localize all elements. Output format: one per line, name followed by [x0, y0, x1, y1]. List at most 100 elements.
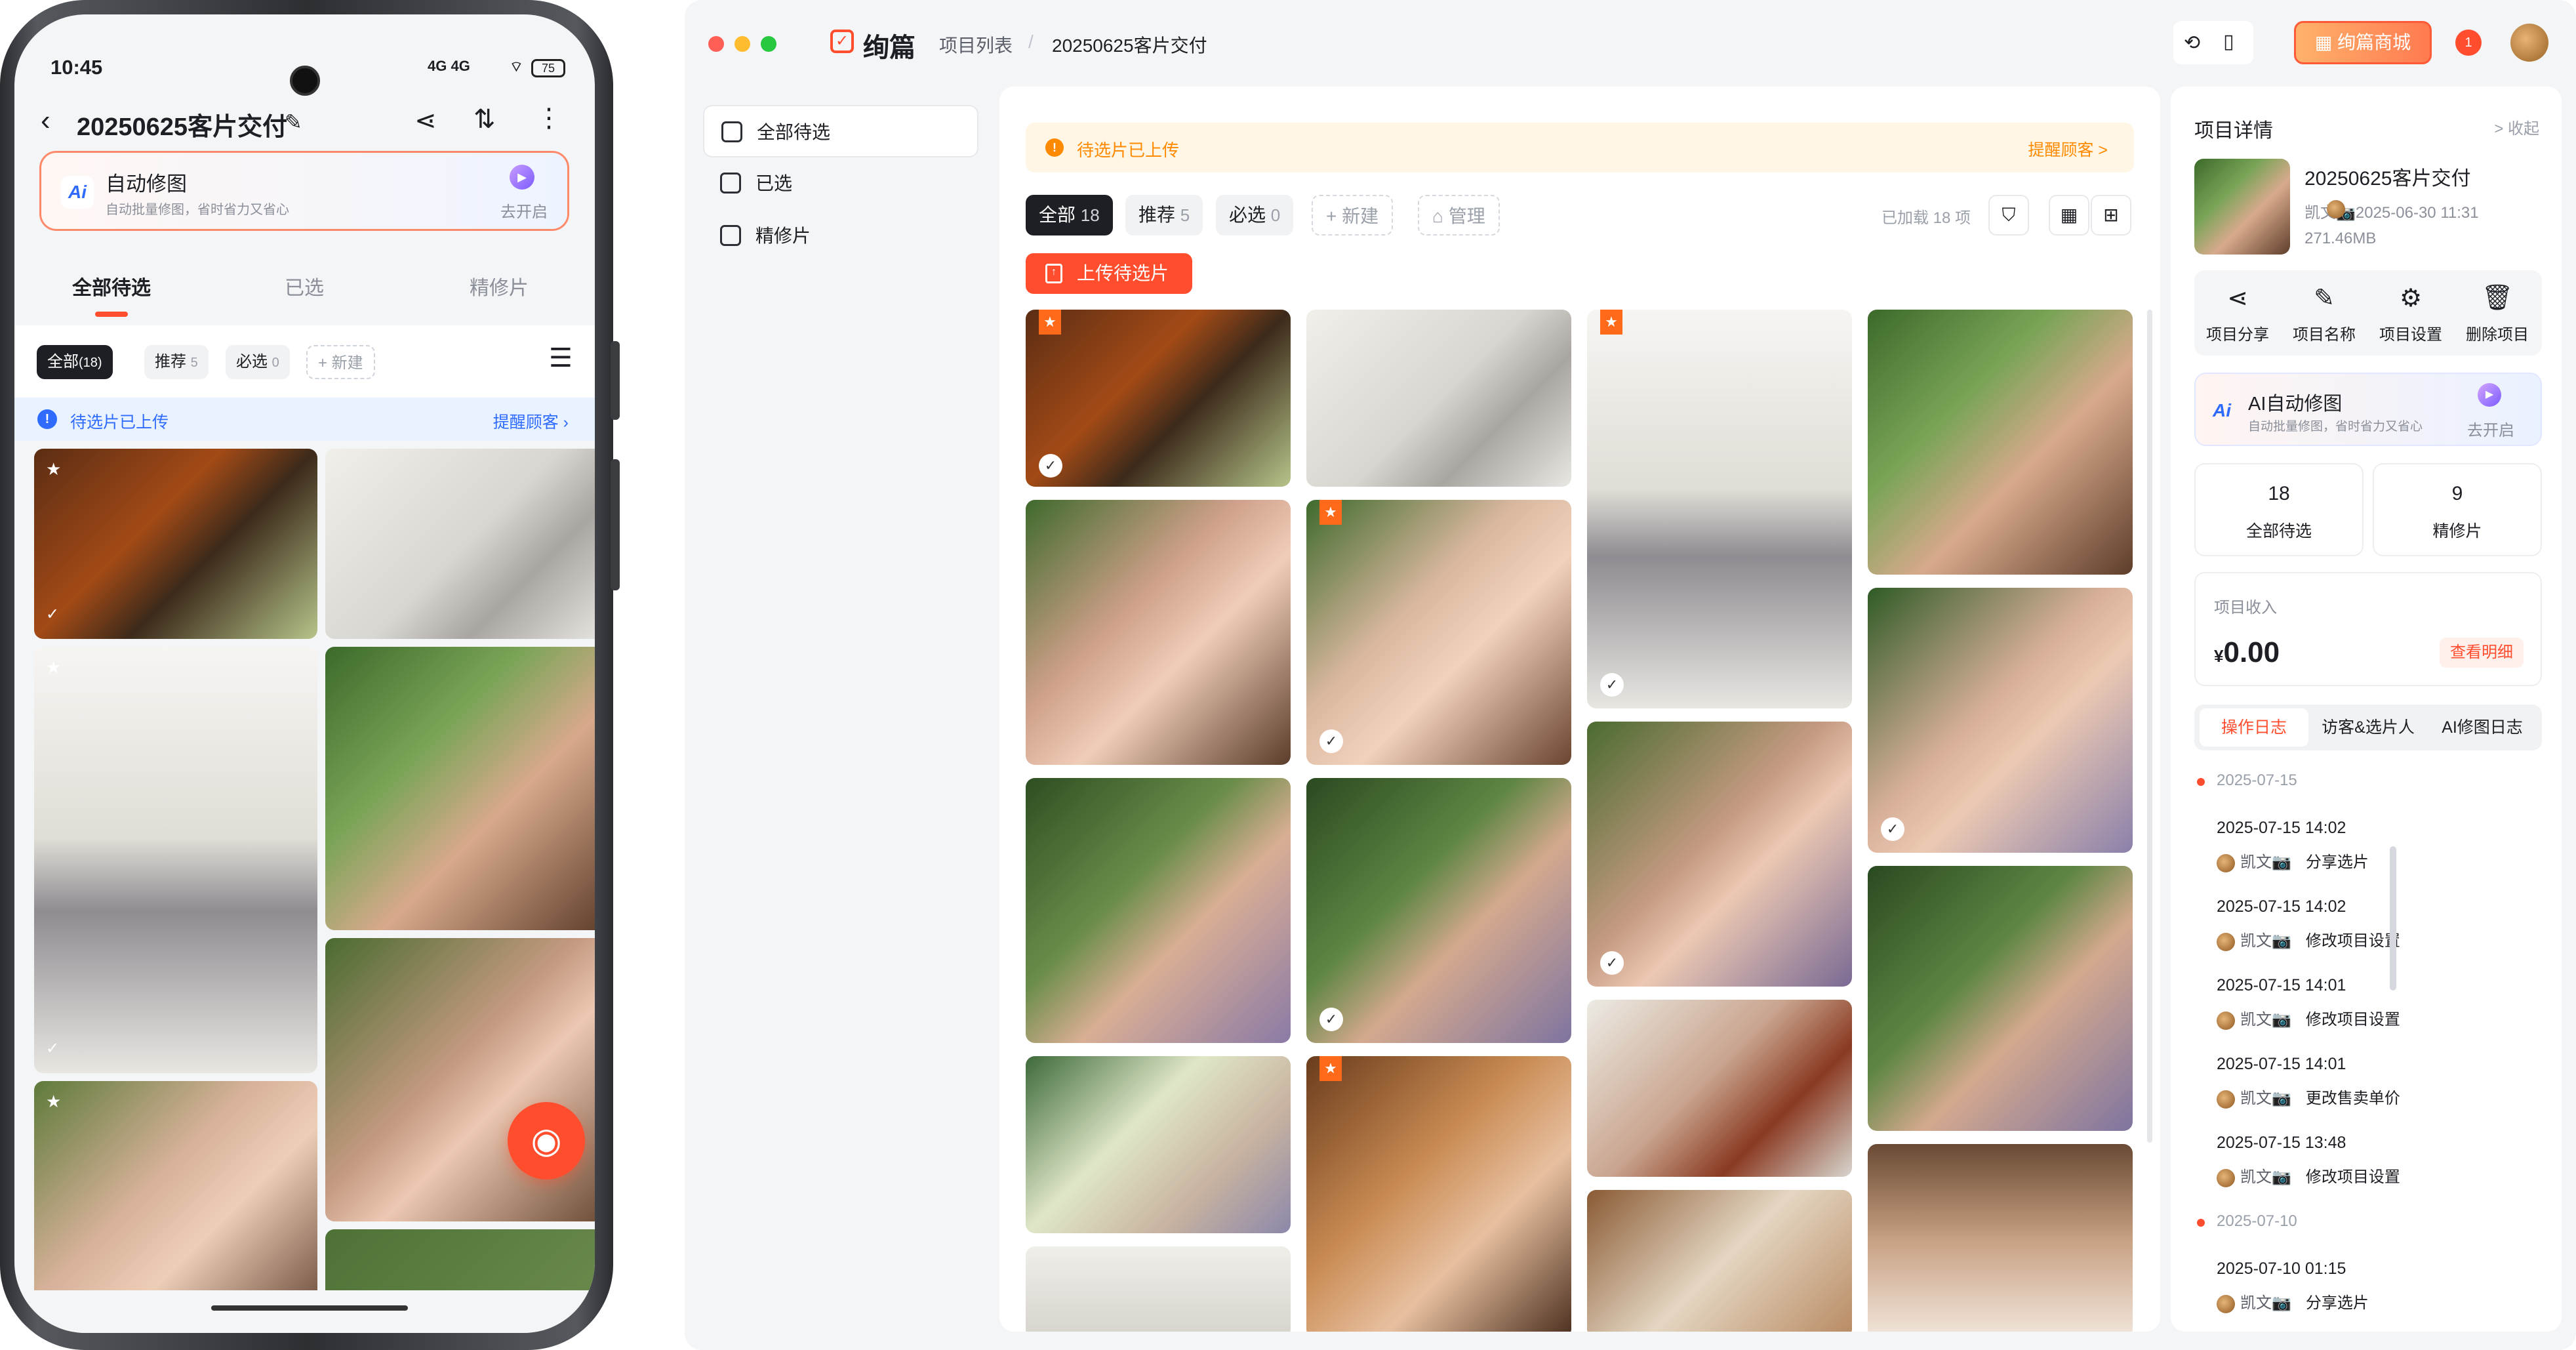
remind-customer-link[interactable]: 提醒顾客 >	[2028, 137, 2108, 161]
share-icon[interactable]: ⋖	[414, 108, 437, 134]
photo-thumb[interactable]	[1306, 310, 1571, 487]
photo-thumb[interactable]: ★ ✓	[34, 449, 317, 639]
camera-upload-button[interactable]: ◉	[508, 1102, 585, 1179]
photo-thumb[interactable]	[1026, 778, 1291, 1043]
photo-thumb[interactable]: ★ ✓	[1306, 500, 1571, 765]
project-settings-button[interactable]: ⚙ 项目设置	[2367, 270, 2454, 356]
photo-thumb[interactable]	[1026, 1246, 1291, 1332]
phone-icon[interactable]: ▯	[2223, 30, 2234, 53]
ai-card-subtitle: 自动批量修图，省时省力又省心	[106, 203, 289, 217]
photo-thumb[interactable]: ★	[1306, 1056, 1571, 1332]
photo-thumb[interactable]	[1868, 310, 2133, 575]
photo-thumb[interactable]: ★ ✓	[1026, 310, 1291, 487]
log-user: 凯文📷	[2240, 1294, 2291, 1312]
project-share-button[interactable]: ⋖ 项目分享	[2194, 270, 2281, 356]
project-delete-button[interactable]: 🗑 删除项目	[2454, 270, 2541, 356]
chip-all[interactable]: 全部 18	[1026, 195, 1113, 235]
avatar[interactable]	[2510, 24, 2548, 62]
detail-scrollbar[interactable]	[2390, 846, 2396, 991]
date-dot	[2197, 1219, 2205, 1227]
ai-retouch-card[interactable]: Ai AI自动修图 自动批量修图，省时省力又省心 ▶ 去开启	[2194, 373, 2542, 446]
photo-grid: ★ ✓ ★ ✓ ★	[34, 449, 595, 1333]
large-grid-icon[interactable]: ▦	[2049, 195, 2089, 235]
grid-scrollbar[interactable]	[2147, 310, 2152, 1143]
photo-thumb[interactable]: ✓	[1306, 778, 1571, 1043]
photo-thumb[interactable]: ✓	[1868, 588, 2133, 853]
sidebar-item-selected[interactable]: 已选	[703, 157, 978, 210]
chip-recommended[interactable]: 推荐 5	[1125, 195, 1203, 235]
ai-card-title: 自动修图	[106, 173, 187, 195]
chip-required[interactable]: 必选 0	[1216, 195, 1294, 235]
chip-required[interactable]: 必选 0	[226, 345, 290, 379]
action-label: 项目名称	[2293, 326, 2356, 344]
sidebar: 全部待选 已选 精修片	[703, 105, 978, 262]
remind-customer-link[interactable]: 提醒顾客 ›	[493, 409, 569, 433]
trash-icon: 🗑	[2481, 284, 2514, 312]
photo-thumb[interactable]: ★ ✓	[34, 647, 317, 1073]
photo-thumb[interactable]: ✓	[1587, 722, 1852, 987]
upload-notice: ! 待选片已上传 提醒顾客 >	[1026, 123, 2134, 173]
sidebar-item-retouched[interactable]: 精修片	[703, 210, 978, 262]
chip-new[interactable]: + 新建	[306, 345, 375, 379]
project-rename-button[interactable]: ✎ 项目名称	[2281, 270, 2367, 356]
ai-retouch-card[interactable]: Ai 自动修图 自动批量修图，省时省力又省心 ▶ 去开启	[39, 151, 569, 231]
minimize-window-button[interactable]	[735, 36, 750, 52]
photo-thumb[interactable]	[1026, 500, 1291, 765]
more-icon[interactable]: ⋮	[536, 105, 562, 131]
wifi-icon: ⌔	[510, 58, 523, 75]
chip-label: 必选	[1229, 205, 1266, 225]
log-action: 修改项目设置	[2305, 1168, 2400, 1186]
tab-visitors[interactable]: 访客&选片人	[2312, 708, 2424, 747]
photo-thumb[interactable]	[325, 647, 595, 930]
tab-retouched[interactable]: 精修片	[470, 272, 529, 300]
edit-icon[interactable]: ✎	[285, 112, 302, 133]
notification-badge[interactable]: 1	[2455, 30, 2482, 56]
front-camera	[290, 66, 320, 96]
chip-manage[interactable]: ⌂ 管理	[1418, 195, 1500, 235]
tab-ai-log[interactable]: AI修图日志	[2428, 708, 2537, 747]
photo-thumb[interactable]	[325, 938, 595, 1221]
check-icon: ✓	[46, 605, 60, 623]
chip-recommended[interactable]: 推荐 5	[144, 345, 209, 379]
photo-thumb[interactable]	[1587, 1000, 1852, 1177]
recommend-badge-icon: ★	[1319, 500, 1342, 525]
filter-icon[interactable]: ⛉	[1988, 195, 2029, 235]
user-avatar	[2217, 1168, 2235, 1187]
tab-selected[interactable]: 已选	[285, 272, 324, 300]
sidebar-item-all-pending[interactable]: 全部待选	[703, 105, 978, 157]
chip-new[interactable]: + 新建	[1312, 195, 1394, 235]
log-tabs: 操作日志 访客&选片人 AI修图日志	[2194, 705, 2542, 750]
photo-thumb[interactable]	[1026, 1056, 1291, 1233]
photo-thumb[interactable]	[1587, 1190, 1852, 1332]
status-time: 10:45	[50, 56, 103, 79]
photo-thumb[interactable]	[1868, 866, 2133, 1131]
user-avatar	[2217, 1090, 2235, 1109]
view-details-button[interactable]: 查看明细	[2440, 638, 2524, 668]
chip-all[interactable]: 全部(18)	[37, 345, 113, 379]
sync-icon[interactable]: ⟲	[2184, 31, 2200, 54]
maximize-window-button[interactable]	[761, 36, 776, 52]
photo-thumb[interactable]	[325, 449, 595, 639]
ai-logo-icon: Ai	[61, 176, 94, 209]
back-icon[interactable]: ‹	[41, 106, 50, 135]
collapse-link[interactable]: > 收起	[2494, 115, 2539, 138]
photo-thumb[interactable]	[1868, 1144, 2133, 1332]
stat-retouched[interactable]: 9 精修片	[2373, 463, 2542, 556]
ai-enable-link[interactable]: 去开启	[500, 199, 548, 222]
ai-enable-link[interactable]: 去开启	[2467, 417, 2514, 440]
photo-thumb[interactable]: ★ ✓	[1587, 310, 1852, 708]
upload-pending-button[interactable]: ↑ 上传待选片	[1026, 253, 1192, 294]
user-avatar	[2217, 932, 2235, 951]
close-window-button[interactable]	[708, 36, 724, 52]
check-icon: ✓	[1039, 454, 1062, 478]
breadcrumb-project-list[interactable]: 项目列表	[939, 31, 1013, 58]
tab-all-pending[interactable]: 全部待选	[72, 272, 151, 317]
menu-icon[interactable]: ☰	[549, 345, 573, 371]
sort-icon[interactable]: ⇅	[473, 106, 496, 133]
stat-all-pending[interactable]: 18 全部待选	[2194, 463, 2364, 556]
tab-operation-log[interactable]: 操作日志	[2200, 708, 2308, 747]
small-grid-icon[interactable]: ⊞	[2091, 195, 2131, 235]
mall-button[interactable]: ▦ 绚篇商城	[2294, 21, 2432, 64]
log-entry: 凯文📷 修改项目设置	[2217, 928, 2400, 951]
home-indicator[interactable]	[211, 1305, 408, 1311]
